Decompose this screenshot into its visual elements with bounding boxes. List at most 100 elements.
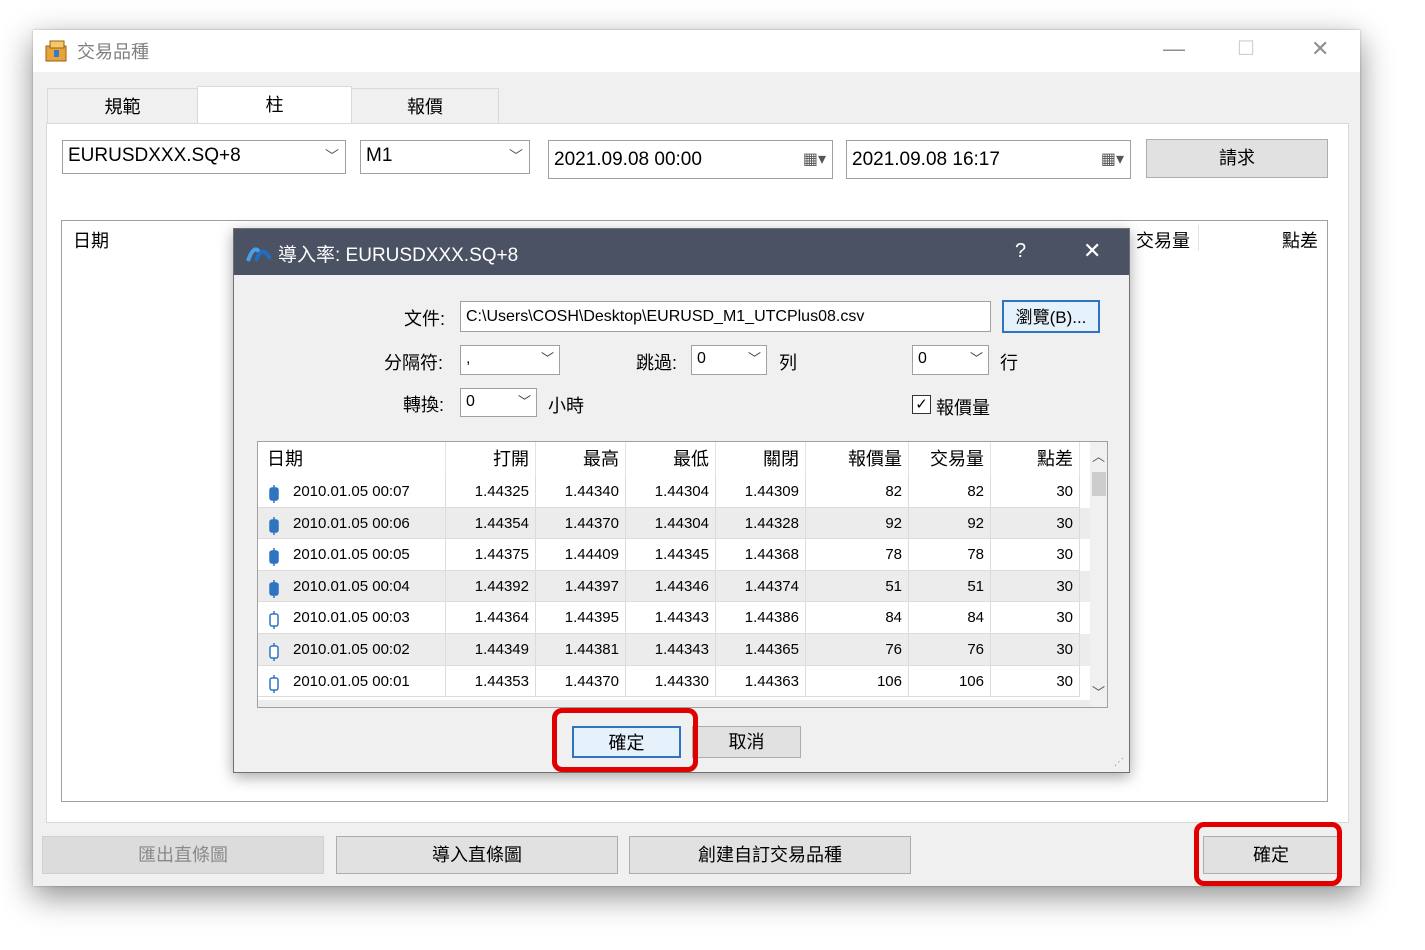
- dialog-close-button[interactable]: ✕: [1083, 238, 1101, 264]
- candlestick-icon: [269, 673, 279, 693]
- grid-header-tick-volume: 報價量: [806, 442, 909, 476]
- cell-date: 2010.01.05 00:07: [258, 476, 446, 508]
- browse-button[interactable]: 瀏覽(B)...: [1002, 300, 1100, 333]
- table-row[interactable]: 2010.01.05 00:07 1.44325 1.44340 1.44304 1.4…: [258, 476, 1090, 508]
- list-header-spread: 點差: [1282, 231, 1318, 251]
- cell-date: 2010.01.05 00:02: [258, 634, 446, 666]
- shift-label: 轉換:: [403, 395, 445, 415]
- table-row[interactable]: 2010.01.05 00:06 1.44354 1.44370 1.44304 1.4…: [258, 507, 1090, 540]
- skip-rows-select[interactable]: 0 ﹀: [912, 345, 989, 375]
- cell-tick: 106: [806, 665, 909, 698]
- date-text: 2010.01.05 00:01: [293, 672, 410, 690]
- chevron-down-icon: ﹀: [509, 148, 523, 164]
- date-text: 2010.01.05 00:05: [293, 546, 410, 564]
- cell-tick: 78: [806, 539, 909, 571]
- timeframe-select[interactable]: M1 ﹀: [360, 140, 530, 174]
- table-row[interactable]: 2010.01.05 00:03 1.44364 1.44395 1.44343 1.4…: [258, 602, 1090, 634]
- date-text: 2010.01.05 00:04: [293, 577, 410, 595]
- cell-open: 1.44349: [446, 634, 536, 666]
- close-button[interactable]: ✕: [1311, 36, 1329, 62]
- cell-open: 1.44364: [446, 602, 536, 634]
- cell-low: 1.44304: [626, 507, 716, 540]
- dialog-cancel-button[interactable]: 取消: [692, 726, 801, 758]
- cell-low: 1.44343: [626, 634, 716, 666]
- tab-bars[interactable]: 柱: [197, 86, 352, 124]
- export-bars-button[interactable]: 匯出直條圖: [42, 836, 324, 874]
- window-title: 交易品種: [77, 42, 149, 62]
- scroll-up-icon[interactable]: ︿: [1092, 446, 1105, 465]
- date-text: 2010.01.05 00:07: [293, 483, 410, 500]
- resize-grip-icon[interactable]: ⋰: [1114, 757, 1124, 768]
- chevron-down-icon: ﹀: [325, 148, 339, 164]
- cell-date: 2010.01.05 00:01: [258, 665, 446, 698]
- separator-select[interactable]: , ﹀: [460, 345, 560, 375]
- app-icon: [45, 38, 69, 62]
- column-divider: [1198, 225, 1199, 251]
- partial-row: [258, 700, 1090, 707]
- cell-vol: 78: [909, 539, 991, 571]
- scroll-thumb[interactable]: [1092, 472, 1106, 496]
- candlestick-icon: [269, 641, 279, 661]
- date-text: 2010.01.05 00:06: [293, 514, 410, 532]
- cell-low: 1.44304: [626, 476, 716, 508]
- cell-vol: 84: [909, 602, 991, 634]
- tick-volume-label: 報價量: [936, 398, 990, 418]
- cell-open: 1.44354: [446, 507, 536, 540]
- cell-high: 1.44381: [536, 634, 626, 666]
- cell-spread: 30: [991, 539, 1080, 571]
- cell-date: 2010.01.05 00:05: [258, 539, 446, 571]
- cell-close: 1.44363: [716, 665, 806, 698]
- candlestick-icon: [269, 578, 279, 598]
- table-row[interactable]: 2010.01.05 00:02 1.44349 1.44381 1.44343 1.4…: [258, 634, 1090, 666]
- cell-low: 1.44345: [626, 539, 716, 571]
- help-button[interactable]: ?: [1015, 240, 1026, 263]
- cell-vol: 106: [909, 665, 991, 698]
- chevron-down-icon: ﹀: [517, 394, 531, 409]
- cell-tick: 51: [806, 570, 909, 603]
- cell-low: 1.44343: [626, 602, 716, 634]
- chevron-down-icon: ﹀: [747, 351, 761, 366]
- tab-ticks[interactable]: 報價: [351, 88, 499, 124]
- request-button[interactable]: 請求: [1146, 139, 1328, 178]
- separator-label: 分隔符:: [384, 353, 444, 373]
- import-bars-button[interactable]: 導入直條圖: [336, 836, 618, 874]
- cell-tick: 92: [806, 507, 909, 540]
- calendar-icon[interactable]: ▦▾: [1101, 141, 1124, 178]
- minimize-button[interactable]: —: [1163, 36, 1185, 62]
- chevron-down-icon: ﹀: [540, 351, 554, 366]
- date-from-picker[interactable]: 2021.09.08 00:00 ▦▾: [548, 140, 833, 179]
- shift-unit: 小時: [548, 396, 584, 416]
- grid-header-low: 最低: [626, 442, 716, 476]
- cell-spread: 30: [991, 665, 1080, 698]
- cell-open: 1.44353: [446, 665, 536, 698]
- vertical-scrollbar[interactable]: ︿ ﹀: [1090, 442, 1107, 707]
- shift-select[interactable]: 0 ﹀: [460, 388, 537, 417]
- list-header-volume: 交易量: [1136, 231, 1190, 251]
- grid-header-open: 打開: [446, 442, 536, 476]
- candlestick-icon: [269, 515, 279, 535]
- cell-tick: 82: [806, 476, 909, 508]
- cell-high: 1.44370: [536, 665, 626, 698]
- symbol-select[interactable]: EURUSDXXX.SQ+8 ﹀: [62, 140, 346, 174]
- skip-columns-select[interactable]: 0 ﹀: [691, 345, 767, 375]
- cell-date: 2010.01.05 00:06: [258, 507, 446, 540]
- file-label: 文件:: [404, 309, 446, 329]
- checkmark-icon: ✓: [915, 396, 928, 413]
- highlight-dialog-ok: [552, 708, 698, 772]
- cell-high: 1.44395: [536, 602, 626, 634]
- cell-spread: 30: [991, 570, 1080, 603]
- date-to-picker[interactable]: 2021.09.08 16:17 ▦▾: [846, 140, 1131, 179]
- file-path-input[interactable]: C:\Users\COSH\Desktop\EURUSD_M1_UTCPlus0…: [460, 301, 991, 332]
- tab-specification[interactable]: 規範: [47, 88, 198, 124]
- cell-vol: 92: [909, 507, 991, 540]
- scroll-down-icon[interactable]: ﹀: [1092, 682, 1105, 701]
- table-row[interactable]: 2010.01.05 00:05 1.44375 1.44409 1.44345 1.4…: [258, 539, 1090, 571]
- create-custom-symbol-button[interactable]: 創建自訂交易品種: [629, 836, 911, 874]
- dialog-title: 導入率: EURUSDXXX.SQ+8: [278, 245, 519, 266]
- chevron-down-icon: ﹀: [969, 351, 983, 366]
- calendar-icon[interactable]: ▦▾: [803, 141, 826, 178]
- tick-volume-checkbox[interactable]: ✓: [912, 395, 931, 414]
- table-row[interactable]: 2010.01.05 00:01 1.44353 1.44370 1.44330 1.4…: [258, 665, 1090, 698]
- maximize-button[interactable]: ☐: [1237, 36, 1255, 61]
- table-row[interactable]: 2010.01.05 00:04 1.44392 1.44397 1.44346 1.4…: [258, 570, 1090, 603]
